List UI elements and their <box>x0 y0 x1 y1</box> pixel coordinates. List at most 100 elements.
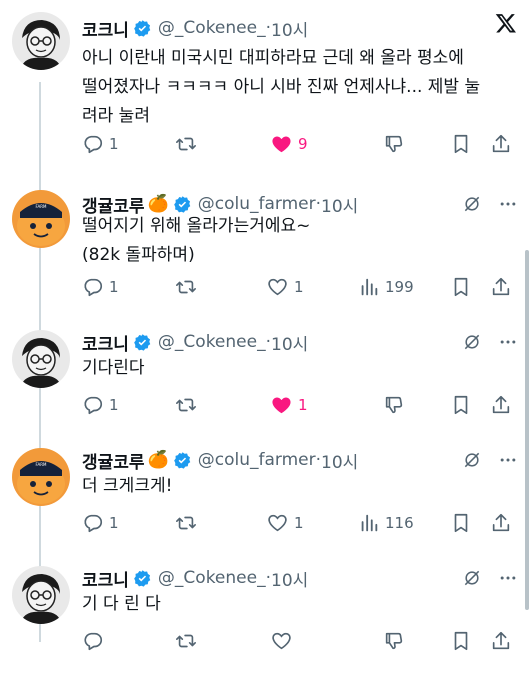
tweet-text: 더 크게크게! <box>82 472 512 501</box>
author-name[interactable]: 코크니 <box>82 566 129 591</box>
tweet-4[interactable]: FARM 갱귤코루 🍊 @colu_farmer · 10시 더 크게크게! 1 <box>0 436 531 554</box>
bookmark-button[interactable] <box>450 508 472 538</box>
hide-reply-button[interactable] <box>383 129 405 159</box>
author-name[interactable]: 갱귤코루 <box>82 448 145 473</box>
author-handle[interactable]: @colu_farmer <box>198 194 316 214</box>
orange-emoji: 🍊 <box>147 194 169 214</box>
retweet-icon <box>176 137 196 151</box>
avatar-cokenee[interactable] <box>12 330 70 388</box>
tweet-text-line: 아니 이란내 미국시민 대피하라묘 근데 왜 올라 평소에 <box>82 48 464 68</box>
retweet-button[interactable] <box>174 390 203 420</box>
bookmark-icon <box>454 134 468 154</box>
avatar-colu-farmer-image: FARM <box>12 190 70 248</box>
reply-button[interactable]: 1 <box>82 508 119 538</box>
tweet-top-controls <box>462 328 518 356</box>
retweet-button[interactable] <box>174 272 203 302</box>
tweet-3[interactable]: 코크니 @_Cokenee_ · 10시 기다린다 1 1 <box>0 318 531 436</box>
retweet-button[interactable] <box>174 508 203 538</box>
share-button[interactable] <box>490 129 512 159</box>
share-button[interactable] <box>490 272 512 302</box>
tweet-text: 떨어지기 위해 올라가는거에요~ (82k 돌파하며) <box>82 212 512 270</box>
reply-icon <box>84 135 103 154</box>
tweet-text-line: 떨어지기 위해 올라가는거에요~ <box>82 216 311 236</box>
share-button[interactable] <box>490 390 512 420</box>
avatar-cokenee[interactable] <box>12 566 70 624</box>
tweet-timestamp[interactable]: 10시 <box>271 16 308 41</box>
bookmark-button[interactable] <box>450 129 472 159</box>
avatar-cokenee[interactable] <box>12 12 70 70</box>
hidden-reply-icon[interactable] <box>462 450 482 470</box>
tweet-text: 아니 이란내 미국시민 대피하라묘 근데 왜 올라 평소에 떨어졌자나 ㅋㅋㅋㅋ… <box>82 44 512 131</box>
tweet-5[interactable]: 코크니 @_Cokenee_ · 10시 기 다 린 다 <box>0 554 531 680</box>
verified-badge-icon <box>173 451 192 470</box>
tweet-timestamp[interactable]: 10시 <box>271 330 308 355</box>
reply-button[interactable] <box>82 626 109 656</box>
share-icon <box>492 277 510 296</box>
x-logo-icon[interactable] <box>495 12 517 38</box>
tweet-text-line: 기다린다 <box>82 358 145 378</box>
views-chart-icon <box>361 514 378 532</box>
views-button[interactable]: 199 <box>358 272 414 302</box>
reply-button[interactable]: 1 <box>82 390 119 420</box>
avatar-colu-farmer[interactable]: FARM <box>12 448 70 506</box>
views-count: 116 <box>385 514 414 532</box>
like-button[interactable] <box>270 626 298 656</box>
hidden-reply-icon[interactable] <box>462 194 482 214</box>
author-handle[interactable]: @colu_farmer <box>198 450 316 470</box>
like-button[interactable]: 1 <box>270 390 308 420</box>
verified-badge-icon <box>133 19 152 38</box>
more-options-icon[interactable] <box>498 568 518 588</box>
avatar-colu-farmer[interactable]: FARM <box>12 190 70 248</box>
tweet-timestamp[interactable]: 10시 <box>271 566 308 591</box>
views-button[interactable]: 116 <box>358 508 414 538</box>
bookmark-button[interactable] <box>450 626 472 656</box>
more-options-icon[interactable] <box>498 332 518 352</box>
tweet-top-controls <box>462 446 518 474</box>
like-button[interactable]: 1 <box>266 508 304 538</box>
retweet-button[interactable] <box>174 626 203 656</box>
author-name[interactable]: 코크니 <box>82 16 129 41</box>
author-handle[interactable]: @_Cokenee_ <box>158 332 266 352</box>
hidden-reply-icon[interactable] <box>462 332 482 352</box>
tweet-timestamp[interactable]: 10시 <box>321 448 358 473</box>
share-button[interactable] <box>490 508 512 538</box>
like-count: 1 <box>294 514 304 532</box>
heart-outline-icon <box>268 278 287 296</box>
retweet-icon <box>176 398 196 412</box>
author-handle[interactable]: @_Cokenee_ <box>158 568 266 588</box>
tweet-2[interactable]: FARM 갱귤코루 🍊 @colu_farmer · 10시 떨어지기 위해 올… <box>0 178 531 318</box>
verified-badge-icon <box>133 569 152 588</box>
author-handle[interactable]: @_Cokenee_ <box>158 18 266 38</box>
author-name[interactable]: 코크니 <box>82 330 129 355</box>
tweet-text-line: 기 다 린 다 <box>82 594 161 614</box>
orange-emoji: 🍊 <box>147 450 169 470</box>
more-options-icon[interactable] <box>498 194 518 214</box>
tweet-text: 기 다 린 다 <box>82 590 512 619</box>
tweet-header: 코크니 @_Cokenee_ · 10시 <box>82 564 308 592</box>
retweet-button[interactable] <box>174 129 203 159</box>
verified-badge-icon <box>173 195 192 214</box>
share-button[interactable] <box>490 626 512 656</box>
avatar-cokenee-image <box>12 330 70 388</box>
tweet-1[interactable]: 코크니 @_Cokenee_ · 10시 아니 이란내 미국시민 대피하라묘 근… <box>0 0 531 178</box>
hide-reply-button[interactable] <box>383 626 405 656</box>
avatar-colu-farmer-image: FARM <box>12 448 70 506</box>
bookmark-icon <box>454 631 468 651</box>
reply-button[interactable]: 1 <box>82 272 119 302</box>
tweet-actions: 1 1 <box>82 390 522 420</box>
like-button[interactable]: 1 <box>266 272 304 302</box>
thumbs-down-icon <box>385 632 403 650</box>
bookmark-button[interactable] <box>450 272 472 302</box>
like-button[interactable]: 9 <box>270 129 308 159</box>
more-options-icon[interactable] <box>498 450 518 470</box>
tweet-actions <box>82 626 522 656</box>
reply-button[interactable]: 1 <box>82 129 119 159</box>
hidden-reply-icon[interactable] <box>462 568 482 588</box>
bookmark-button[interactable] <box>450 390 472 420</box>
verified-badge-icon <box>133 333 152 352</box>
share-icon <box>492 513 510 532</box>
bookmark-icon <box>454 395 468 415</box>
views-chart-icon <box>361 278 378 296</box>
tweet-text-line: 더 크게크게! <box>82 476 173 496</box>
hide-reply-button[interactable] <box>383 390 405 420</box>
